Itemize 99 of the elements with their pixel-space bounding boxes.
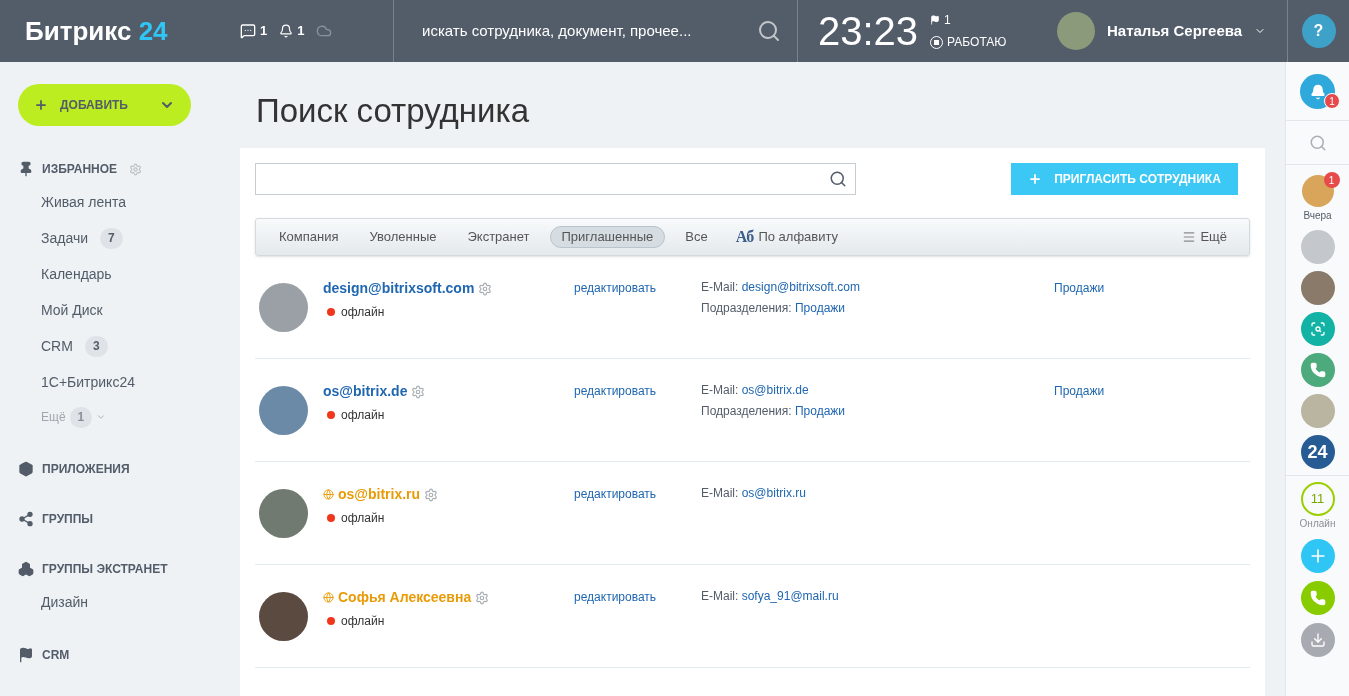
call-button[interactable]	[1300, 353, 1335, 387]
counter-badge: 3	[84, 335, 108, 357]
section-icon	[18, 161, 34, 177]
chat-caption: Вчера	[1303, 209, 1332, 223]
global-search-field[interactable]: искать сотрудника, документ, прочее...	[422, 19, 757, 43]
status-text: офлайн	[341, 510, 385, 527]
sidebar-item[interactable]: Мой Диск	[41, 299, 103, 321]
department-line: Подразделения: Продажи	[701, 300, 847, 317]
email-line: E-Mail: design@bitrixsoft.com	[701, 279, 861, 296]
user-avatar	[1057, 12, 1095, 50]
phone-icon	[1309, 362, 1326, 378]
sidebar-item[interactable]: CRM	[41, 335, 73, 357]
bitrix-logo-button[interactable]: 24	[1300, 435, 1335, 469]
status-text: офлайн	[341, 407, 385, 424]
work-status[interactable]: РАБОТАЮ	[930, 33, 1007, 51]
department-link[interactable]: Продажи	[1054, 281, 1105, 295]
settings-icon[interactable]	[475, 590, 490, 605]
search-icon[interactable]	[829, 170, 847, 188]
clock: 23:23	[818, 8, 919, 55]
user-name[interactable]: Наталья Сергеева	[1107, 19, 1243, 43]
plus-icon	[1028, 172, 1043, 186]
download-button[interactable]	[1300, 623, 1335, 657]
section-title[interactable]: ГРУППЫ ЭКСТРАНЕТ	[42, 560, 168, 578]
plus-icon	[34, 98, 48, 112]
status-text: офлайн	[341, 613, 385, 630]
chat-icon[interactable]	[240, 23, 256, 39]
contact-avatar	[1300, 394, 1335, 428]
contact-avatar	[1300, 230, 1335, 264]
logo[interactable]: Битрикс 24	[25, 15, 168, 46]
edit-link[interactable]: редактировать	[574, 384, 657, 398]
add-chat-button[interactable]	[1300, 539, 1335, 573]
settings-icon[interactable]	[478, 281, 493, 296]
search-doc-button[interactable]	[1300, 312, 1335, 346]
menu-icon[interactable]	[1182, 230, 1197, 244]
filter-tab[interactable]: Все	[674, 226, 719, 248]
notifications-button[interactable]	[1300, 74, 1335, 109]
phone-button[interactable]	[1300, 581, 1335, 615]
employee-search-field[interactable]	[255, 163, 856, 195]
section-title[interactable]: ГРУППЫ	[42, 510, 94, 528]
edit-link[interactable]: редактировать	[574, 590, 657, 604]
sidebar-item[interactable]: 1С+Битрикс24	[41, 371, 135, 393]
section-icon	[18, 511, 34, 527]
section-title[interactable]: CRM	[42, 646, 70, 664]
photo-placeholder	[259, 592, 308, 641]
counter-badge: 1	[69, 406, 93, 428]
employee-name[interactable]: os@bitrix.de	[323, 381, 408, 402]
section-icon	[18, 647, 34, 663]
email-line: E-Mail: os@bitrix.ru	[701, 485, 807, 502]
department-link[interactable]: Продажи	[1054, 384, 1105, 398]
sort-link[interactable]: По алфавиту	[758, 227, 839, 247]
edit-link[interactable]: редактировать	[574, 487, 657, 501]
cloud-icon[interactable]	[316, 23, 333, 39]
sidebar-item[interactable]: Задачи	[41, 227, 88, 249]
flag-icon	[930, 15, 941, 25]
sidebar-item[interactable]: Дизайн	[41, 591, 89, 613]
photo-placeholder	[259, 283, 308, 332]
contact-avatar	[1300, 271, 1335, 305]
sidebar-item[interactable]: Календарь	[41, 263, 112, 285]
messages-count: 1	[260, 22, 268, 41]
filter-tab[interactable]: Приглашенные	[549, 226, 666, 248]
page-title: Поиск сотрудника	[255, 91, 531, 131]
bell-icon	[1309, 83, 1326, 100]
globe-icon	[323, 489, 334, 500]
filter-tab[interactable]: Уволенные	[358, 226, 448, 248]
settings-icon[interactable]	[129, 162, 143, 176]
online-label: Онлайн	[1299, 517, 1336, 531]
edit-link[interactable]: редактировать	[574, 281, 657, 295]
notifications-count: 1	[297, 22, 305, 41]
section-title[interactable]: ПРИЛОЖЕНИЯ	[42, 460, 130, 478]
filter-tab[interactable]: Экстранет	[456, 226, 541, 248]
download-icon	[1309, 632, 1326, 648]
settings-icon[interactable]	[424, 487, 439, 502]
filter-tab[interactable]: Компания	[268, 226, 350, 248]
flag-count: 1	[944, 12, 951, 29]
section-icon	[18, 461, 34, 477]
cartoon-avatar[interactable]	[1301, 175, 1334, 207]
document-search-icon	[1309, 321, 1326, 337]
employee-name[interactable]: design@bitrixsoft.com	[323, 278, 475, 299]
search-icon[interactable]	[757, 19, 781, 43]
caret-icon[interactable]	[96, 412, 107, 422]
email-line: E-Mail: sofya_91@mail.ru	[701, 588, 840, 605]
chat-badge: 1	[1323, 172, 1340, 188]
sidebar-item[interactable]: Живая лента	[41, 191, 126, 213]
settings-icon[interactable]	[411, 384, 426, 399]
phone-icon	[1309, 590, 1326, 606]
alphabet-icon: Аб	[735, 225, 755, 249]
department-line: Подразделения: Продажи	[701, 403, 847, 420]
add-button[interactable]: ДОБАВИТЬ	[18, 84, 191, 126]
more-menu[interactable]: Ещё	[1200, 227, 1227, 247]
photo-placeholder	[259, 489, 308, 538]
photo-placeholder	[259, 386, 308, 435]
section-icon	[18, 561, 34, 577]
bell-icon[interactable]	[279, 24, 294, 38]
status-text: офлайн	[341, 304, 385, 321]
counter-badge: 7	[100, 227, 123, 249]
section-title[interactable]: ИЗБРАННОЕ	[42, 160, 118, 178]
notification-badge: 1	[1324, 93, 1340, 109]
globe-icon	[323, 592, 334, 603]
email-line: E-Mail: os@bitrix.de	[701, 382, 810, 399]
